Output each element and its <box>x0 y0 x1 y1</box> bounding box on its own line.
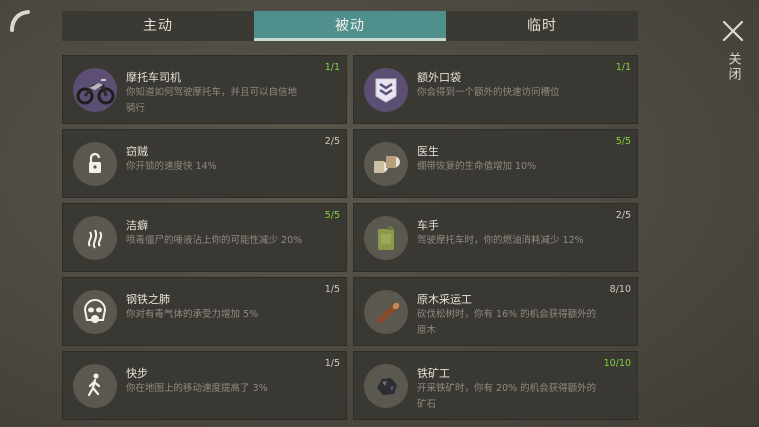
perk-card-motorcycle-driver[interactable]: 摩托车司机 你知道如何驾驶摩托车，并且可以自信地骑行 1/1 <box>62 55 347 124</box>
perk-card-cleanliness[interactable]: 洁癖 喷毒僵尸的唾液沾上你的可能性减少 20% 5/5 <box>62 203 347 272</box>
perk-name: 医生 <box>417 145 439 158</box>
perk-card-quick-step[interactable]: 快步 你在地图上的移动速度提高了 3% 1/5 <box>62 351 347 420</box>
perk-card-doctor[interactable]: 医生 绷带恢复的生命值增加 10% 5/5 <box>353 129 638 198</box>
stench-icon <box>73 216 117 260</box>
perk-name: 原木采运工 <box>417 293 472 306</box>
perk-level: 8/10 <box>609 284 631 295</box>
perk-level: 1/5 <box>324 358 340 369</box>
perk-description: 绷带恢复的生命值增加 10% <box>417 161 537 172</box>
perk-level: 2/5 <box>615 210 631 221</box>
perk-description: 砍伐松树时，你有 16% 的机会获得额外的原木 <box>417 309 597 336</box>
tab-active-skills[interactable]: 主动 <box>62 11 254 41</box>
perk-card-extra-pocket[interactable]: 额外口袋 你会得到一个额外的快速访问槽位 1/1 <box>353 55 638 124</box>
perk-card-iron-miner[interactable]: 铁矿工 开采铁矿时，你有 20% 的机会获得额外的矿石 10/10 <box>353 351 638 420</box>
close-label: 关闭 <box>725 52 741 82</box>
perk-level: 1/5 <box>324 284 340 295</box>
motorcycle-icon <box>73 68 117 112</box>
perk-level: 5/5 <box>615 136 631 147</box>
perk-card-driver[interactable]: 车手 驾驶摩托车时，你的燃油消耗减少 12% 2/5 <box>353 203 638 272</box>
back-arc-icon[interactable] <box>8 8 32 32</box>
perk-description: 你对有毒气体的承受力增加 5% <box>126 309 259 320</box>
perk-name: 铁矿工 <box>417 367 450 380</box>
perk-name: 洁癖 <box>126 219 148 232</box>
log-icon <box>364 290 408 334</box>
walking-icon <box>73 364 117 408</box>
perk-description: 你知道如何驾驶摩托车，并且可以自信地骑行 <box>126 87 298 114</box>
perk-level: 1/1 <box>615 62 631 73</box>
pocket-icon <box>364 68 408 112</box>
tab-passive-skills[interactable]: 被动 <box>254 11 446 41</box>
perk-card-log-hauler[interactable]: 原木采运工 砍伐松树时，你有 16% 的机会获得额外的原木 8/10 <box>353 277 638 346</box>
perk-name: 车手 <box>417 219 439 232</box>
perk-description: 开采铁矿时，你有 20% 的机会获得额外的矿石 <box>417 383 597 410</box>
perk-name: 额外口袋 <box>417 71 461 84</box>
perk-description: 你开锁的速度快 14% <box>126 161 217 172</box>
perk-description: 驾驶摩托车时，你的燃油消耗减少 12% <box>417 235 584 246</box>
close-icon <box>722 20 744 42</box>
close-button[interactable]: 关闭 <box>716 20 750 100</box>
perk-name: 窃贼 <box>126 145 148 158</box>
perk-level: 10/10 <box>603 358 631 369</box>
tab-temporary-skills[interactable]: 临时 <box>446 11 638 41</box>
perk-level: 2/5 <box>324 136 340 147</box>
tab-bar: 主动 被动 临时 <box>62 11 638 41</box>
iron-ore-icon <box>364 364 408 408</box>
perk-name: 摩托车司机 <box>126 71 181 84</box>
perk-name: 钢铁之肺 <box>126 293 170 306</box>
perk-card-thief[interactable]: 窃贼 你开锁的速度快 14% 2/5 <box>62 129 347 198</box>
perk-grid: 摩托车司机 你知道如何驾驶摩托车，并且可以自信地骑行 1/1 额外口袋 你会得到… <box>62 55 638 420</box>
perk-description: 喷毒僵尸的唾液沾上你的可能性减少 20% <box>126 235 303 246</box>
bandage-icon <box>364 142 408 186</box>
perk-level: 1/1 <box>324 62 340 73</box>
perk-card-iron-lungs[interactable]: 钢铁之肺 你对有毒气体的承受力增加 5% 1/5 <box>62 277 347 346</box>
gas-mask-icon <box>73 290 117 334</box>
lock-icon <box>73 142 117 186</box>
perk-description: 你会得到一个额外的快速访问槽位 <box>417 87 560 98</box>
perk-description: 你在地图上的移动速度提高了 3% <box>126 383 268 394</box>
perk-level: 5/5 <box>324 210 340 221</box>
fuel-can-icon <box>364 216 408 260</box>
skills-screen: 主动 被动 临时 关闭 摩托车司机 你知道如何驾驶摩托车，并且可以自信地骑行 1… <box>0 0 759 427</box>
perk-name: 快步 <box>126 367 148 380</box>
